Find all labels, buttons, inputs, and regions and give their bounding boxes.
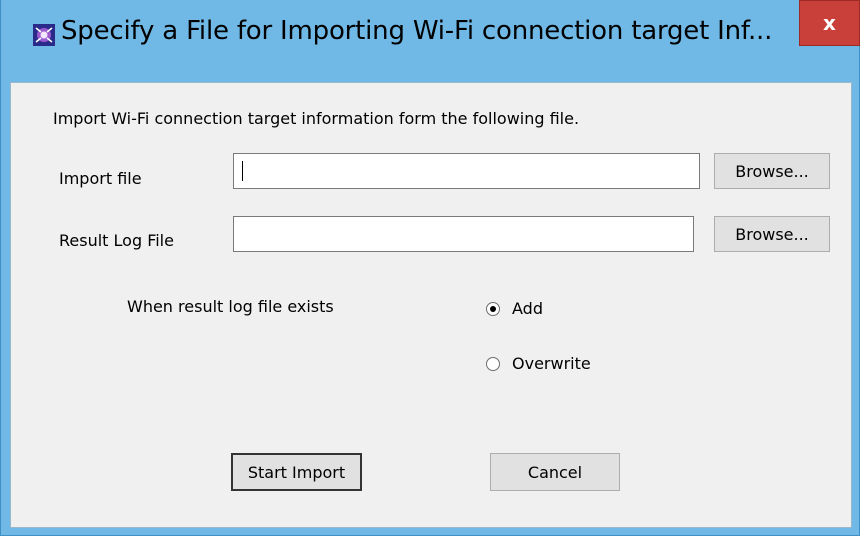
radio-checked-icon[interactable] — [486, 301, 500, 316]
import-file-input[interactable] — [233, 153, 700, 189]
window-title: Specify a File for Importing Wi-Fi conne… — [61, 16, 773, 46]
radio-overwrite-label: Overwrite — [512, 354, 591, 373]
result-log-browse-button[interactable]: Browse... — [714, 216, 830, 252]
instruction-text: Import Wi-Fi connection target informati… — [53, 109, 580, 128]
result-log-label: Result Log File — [59, 231, 174, 250]
import-file-browse-button[interactable]: Browse... — [714, 153, 830, 189]
import-dialog: Specify a File for Importing Wi-Fi conne… — [0, 0, 860, 536]
start-import-button[interactable]: Start Import — [231, 453, 362, 491]
radio-overwrite[interactable]: Overwrite — [486, 354, 591, 373]
exists-option-label: When result log file exists — [127, 297, 334, 316]
radio-add[interactable]: Add — [486, 299, 543, 318]
close-button[interactable]: x — [799, 0, 860, 46]
dialog-body: Import Wi-Fi connection target informati… — [10, 82, 852, 528]
import-file-label: Import file — [59, 169, 142, 188]
radio-unchecked-icon[interactable] — [486, 356, 500, 371]
radio-add-label: Add — [512, 299, 543, 318]
text-caret — [242, 161, 243, 181]
app-icon — [33, 24, 55, 46]
title-bar[interactable]: Specify a File for Importing Wi-Fi conne… — [1, 0, 860, 82]
close-icon: x — [823, 11, 836, 35]
result-log-input[interactable] — [233, 216, 694, 252]
cancel-button[interactable]: Cancel — [490, 453, 620, 491]
